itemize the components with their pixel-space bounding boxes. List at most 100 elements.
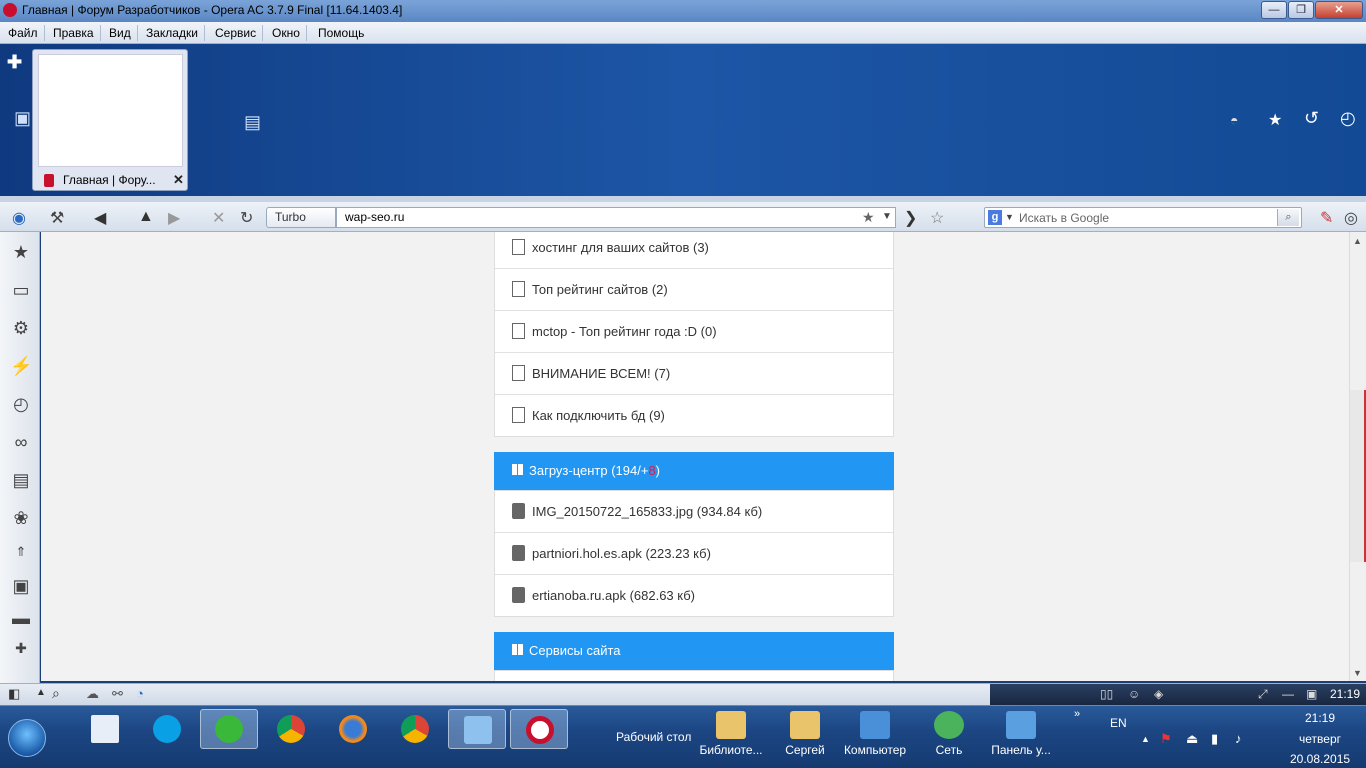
history-clock-icon[interactable]: ◴: [10, 394, 32, 415]
list-item[interactable]: Как подключить бд (9): [495, 395, 893, 437]
taskbar-app-firefox[interactable]: [324, 709, 382, 749]
scroll-down-icon[interactable]: ▼: [1353, 668, 1362, 678]
taskbar-app-chrome[interactable]: [262, 709, 320, 749]
list-item[interactable]: Топ рейтинг сайтов (2): [495, 269, 893, 311]
search-field[interactable]: g ▼ Искать в Google ⌕: [984, 207, 1302, 228]
topic-link[interactable]: ВНИМАНИЕ ВСЕМ! (7): [532, 366, 670, 381]
taskbar-app-opera[interactable]: [510, 709, 568, 749]
menu-window[interactable]: Окно: [266, 25, 307, 41]
eye-icon[interactable]: ◎: [1344, 208, 1358, 228]
language-indicator[interactable]: EN: [1110, 716, 1127, 730]
quick-control-panel[interactable]: Панель у...: [988, 711, 1054, 757]
quick-network[interactable]: Сеть: [916, 711, 982, 757]
history-clock-icon[interactable]: ◴: [1340, 108, 1356, 129]
window-icon[interactable]: ▯▯: [1100, 687, 1113, 701]
list-item[interactable]: ertianoba.ru.apk (682.63 кб): [495, 575, 893, 617]
stop-icon[interactable]: ✕: [212, 208, 225, 228]
menu-help[interactable]: Помощь: [312, 25, 370, 41]
share-icon[interactable]: ⚯: [112, 686, 123, 702]
list-item[interactable]: хостинг для ваших сайтов (3): [495, 232, 893, 269]
menu-file[interactable]: Файл: [2, 25, 45, 41]
security-alert-icon[interactable]: ⚑: [1160, 731, 1172, 747]
panel-icon[interactable]: ▣: [10, 576, 32, 597]
usb-icon[interactable]: ⏏: [1186, 731, 1198, 747]
reload-icon[interactable]: ↻: [240, 208, 253, 228]
quick-computer[interactable]: Компьютер: [842, 711, 908, 757]
undo-icon[interactable]: ↺: [1304, 108, 1319, 129]
cloud-icon[interactable]: ☁: [86, 686, 99, 702]
panel-toggle-icon[interactable]: ◧: [8, 686, 20, 702]
speed-icon[interactable]: ◔: [136, 686, 144, 701]
search-go-icon[interactable]: ⌕: [1277, 209, 1299, 226]
menu-bookmarks[interactable]: Закладки: [140, 25, 205, 41]
taskbar-app-chrome-2[interactable]: [386, 709, 444, 749]
smiley-icon[interactable]: ☺: [1128, 687, 1140, 701]
transfers-icon[interactable]: ❀: [10, 508, 32, 529]
topic-link[interactable]: mctop - Топ рейтинг года :D (0): [532, 324, 717, 339]
address-field[interactable]: wap-seo.ru: [336, 207, 896, 228]
minimize-button[interactable]: —: [1261, 1, 1287, 19]
monitor-icon[interactable]: ▣: [1306, 687, 1317, 701]
pin-icon[interactable]: ✎: [1320, 208, 1333, 228]
menu-edit[interactable]: Правка: [47, 25, 101, 41]
search-engine-dropdown-icon[interactable]: ▼: [1005, 212, 1014, 222]
forward-icon[interactable]: ▶: [168, 208, 180, 228]
minimize-icon[interactable]: —: [1282, 687, 1294, 701]
up-icon[interactable]: ▲: [138, 208, 154, 226]
services-header[interactable]: Сервисы сайта: [494, 632, 894, 670]
windows-icon[interactable]: ▭: [10, 280, 32, 301]
download-link[interactable]: IMG_20150722_165833.jpg (934.84 кб): [532, 504, 762, 519]
fullscreen-icon[interactable]: ⤢: [1258, 687, 1268, 702]
scroll-up-icon[interactable]: ▲: [1353, 236, 1362, 246]
topic-link[interactable]: Топ рейтинг сайтов (2): [532, 282, 668, 297]
vertical-scrollbar[interactable]: ▲ ▼: [1349, 232, 1366, 681]
list-item[interactable]: mctop - Топ рейтинг года :D (0): [495, 311, 893, 353]
download-link[interactable]: partniori.hol.es.apk (223.23 кб): [532, 546, 711, 561]
menu-tools[interactable]: Сервис: [209, 25, 264, 41]
notes-icon[interactable]: ▤: [10, 470, 32, 491]
address-dropdown-icon[interactable]: ▼: [882, 211, 892, 222]
opera-menu-icon[interactable]: ◉: [12, 208, 26, 228]
menu-view[interactable]: Вид: [103, 25, 138, 41]
window-panel-icon[interactable]: ▬: [10, 608, 32, 629]
close-button[interactable]: ✕: [1315, 1, 1363, 19]
topic-link[interactable]: Как подключить бд (9): [532, 408, 665, 423]
tray-expand-icon[interactable]: ▲: [1141, 734, 1150, 744]
tab-close-icon[interactable]: ✕: [173, 172, 184, 188]
bookmark-star-icon[interactable]: ★: [862, 209, 875, 226]
new-tab-button[interactable]: ✚: [7, 52, 22, 73]
taskbar-app-control[interactable]: [448, 709, 506, 749]
tab-thumbnail[interactable]: Главная | Фору... ✕: [32, 49, 188, 191]
shield-icon[interactable]: ◈: [1154, 687, 1163, 701]
scroll-thumb[interactable]: [1350, 390, 1366, 562]
go-icon[interactable]: ❯: [904, 208, 917, 228]
turbo-button[interactable]: Turbo: [266, 207, 336, 228]
taskbar-app-skype[interactable]: [138, 709, 196, 749]
maximize-button[interactable]: ❐: [1288, 1, 1314, 19]
topic-link[interactable]: хостинг для ваших сайтов (3): [532, 240, 709, 255]
download-link[interactable]: ertianoba.ru.apk (682.63 кб): [532, 588, 695, 603]
wand-icon[interactable]: ⚒: [50, 208, 64, 228]
links-icon[interactable]: ∞: [10, 432, 32, 453]
toolbar-overflow-icon[interactable]: »: [1074, 708, 1080, 720]
volume-icon[interactable]: ♪: [1235, 731, 1242, 746]
taskbar-app-icq[interactable]: [200, 709, 258, 749]
add-panel-icon[interactable]: ✚: [10, 640, 32, 657]
feeds-icon[interactable]: ⚡: [10, 356, 32, 377]
zoom-icon[interactable]: ⌕: [52, 685, 60, 702]
taskbar-app-docs[interactable]: [76, 709, 134, 749]
speed-dial-star-icon[interactable]: ☆: [930, 208, 944, 228]
bookmark-star-icon[interactable]: ★: [1268, 110, 1282, 130]
settings-gear-icon[interactable]: ⚙: [10, 318, 32, 339]
quick-user[interactable]: Сергей: [772, 711, 838, 757]
desktop-toolbar-label[interactable]: Рабочий стол: [616, 730, 691, 744]
signal-icon[interactable]: ▮: [1211, 731, 1218, 747]
downloads-header[interactable]: Загруз-центр (194/+8): [494, 452, 894, 490]
upload-icon[interactable]: ⇑: [10, 544, 32, 560]
back-icon[interactable]: ◀: [94, 208, 106, 228]
list-item[interactable]: IMG_20150722_165833.jpg (934.84 кб): [495, 491, 893, 533]
list-item[interactable]: ВНИМАНИЕ ВСЕМ! (7): [495, 353, 893, 395]
quick-library[interactable]: Библиоте...: [698, 711, 764, 757]
trash-icon[interactable]: ◓: [1230, 112, 1238, 128]
system-clock[interactable]: 21:19 четверг 20.08.2015: [1290, 710, 1350, 768]
